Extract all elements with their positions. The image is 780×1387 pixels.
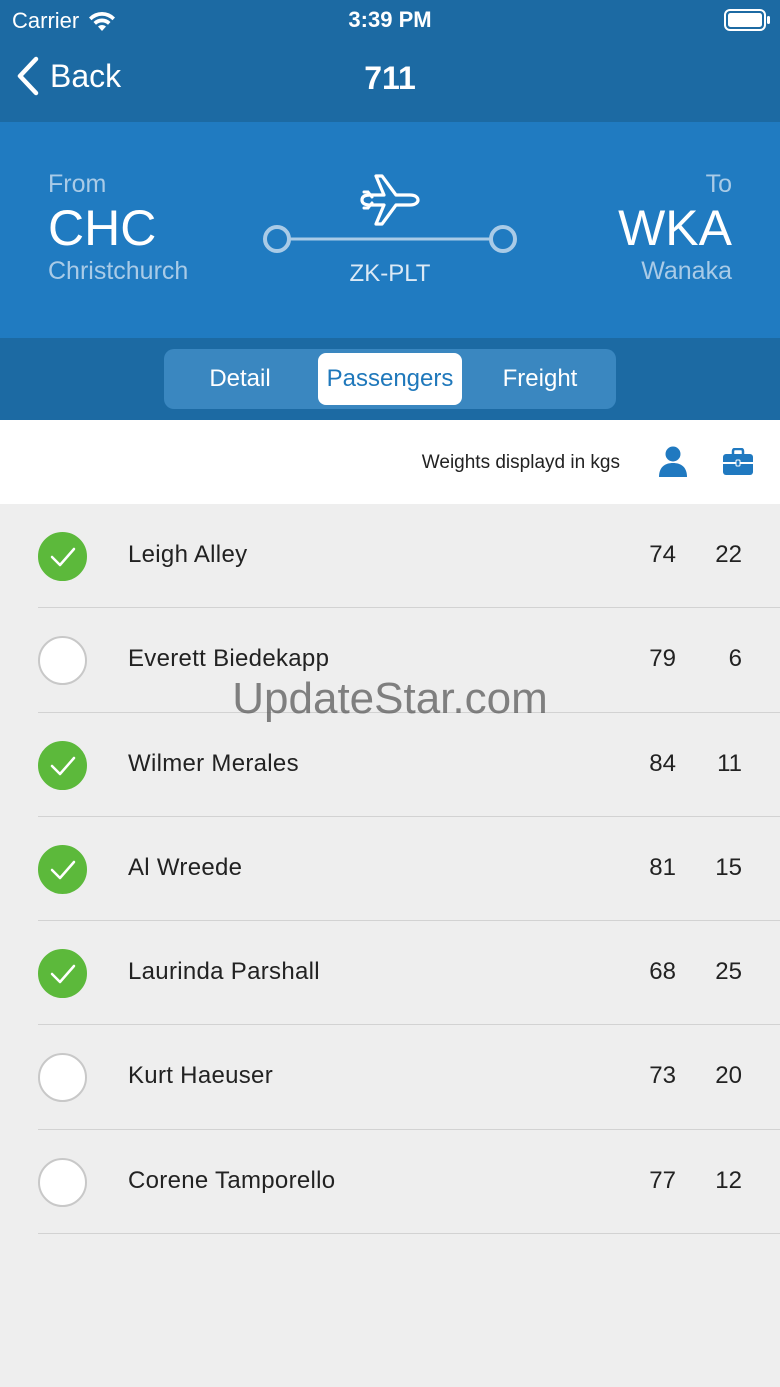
passenger-row[interactable]: Kurt Haeuser 73 20 [0,1025,780,1131]
destination: To WKA Wanaka [618,170,732,286]
baggage-weight: 11 [717,749,742,777]
check-circle-icon[interactable] [38,949,87,999]
tab-detail[interactable]: Detail [168,353,312,405]
route-header: From CHC Christchurch ZK-PLT To WKA Wana… [0,122,780,338]
passenger-name: Wilmer Merales [128,749,299,777]
origin-code: CHC [48,200,157,256]
weights-note: Weights displayd in kgs [421,452,620,473]
empty-circle-icon[interactable] [38,1053,87,1103]
person-icon [659,446,687,477]
tab-area: Detail Passengers Freight [0,338,780,420]
baggage-weight: 22 [715,541,742,568]
battery-icon [724,9,770,31]
passenger-name: Leigh Alley [128,541,248,568]
airplane-icon [360,174,420,226]
baggage-weight: 20 [715,1062,742,1090]
passenger-weight: 73 [649,1062,676,1090]
chevron-left-icon [17,56,39,96]
passenger-list: Leigh Alley 74 22 Everett Biedekapp 79 6… [0,504,780,1235]
baggage-weight: 6 [728,645,742,673]
segmented-control: Detail Passengers Freight [164,349,616,409]
route-line [263,225,517,253]
back-label: Back [50,57,122,94]
passenger-name: Laurinda Parshall [128,958,320,986]
tab-passengers[interactable]: Passengers [318,353,462,405]
back-button[interactable]: Back [16,56,121,96]
passenger-weight: 84 [649,749,676,777]
destination-city: Wanaka [641,257,732,285]
destination-code: WKA [618,200,732,256]
from-label: From [48,170,107,198]
passenger-row[interactable]: Laurinda Parshall 68 25 [0,921,780,1026]
passenger-row[interactable]: Al Wreede 81 15 [0,817,780,922]
check-circle-icon[interactable] [38,740,87,790]
to-label: To [705,170,732,198]
passenger-row[interactable]: Corene Tamporello 77 12 [0,1130,780,1235]
baggage-weight: 15 [715,853,742,881]
empty-circle-icon[interactable] [38,1157,87,1207]
passenger-weight: 74 [649,541,676,568]
check-circle-icon[interactable] [38,532,87,581]
passenger-row[interactable]: Everett Biedekapp 79 6 [0,608,780,713]
passenger-name: Everett Biedekapp [128,645,330,673]
briefcase-icon [723,448,753,475]
tab-freight[interactable]: Freight [468,353,612,405]
weights-header: Weights displayd in kgs [0,420,780,504]
passenger-row[interactable]: Wilmer Merales 84 11 [0,713,780,818]
baggage-weight: 25 [715,958,742,986]
passenger-row[interactable]: Leigh Alley 74 22 [0,504,780,609]
check-circle-icon[interactable] [38,844,87,894]
passenger-weight: 79 [649,645,676,673]
passenger-weight: 77 [649,1166,676,1194]
passenger-weight: 68 [649,958,676,986]
baggage-weight: 12 [715,1166,742,1194]
passenger-name: Al Wreede [128,853,243,881]
passenger-name: Kurt Haeuser [128,1062,273,1090]
status-bar: Carrier 3:39 PM [0,0,780,40]
status-time: 3:39 PM [348,7,432,32]
empty-circle-icon[interactable] [38,636,87,686]
navigation-bar: Back 711 [0,40,780,122]
passenger-name: Corene Tamporello [128,1166,336,1194]
passenger-weight: 81 [649,853,676,881]
